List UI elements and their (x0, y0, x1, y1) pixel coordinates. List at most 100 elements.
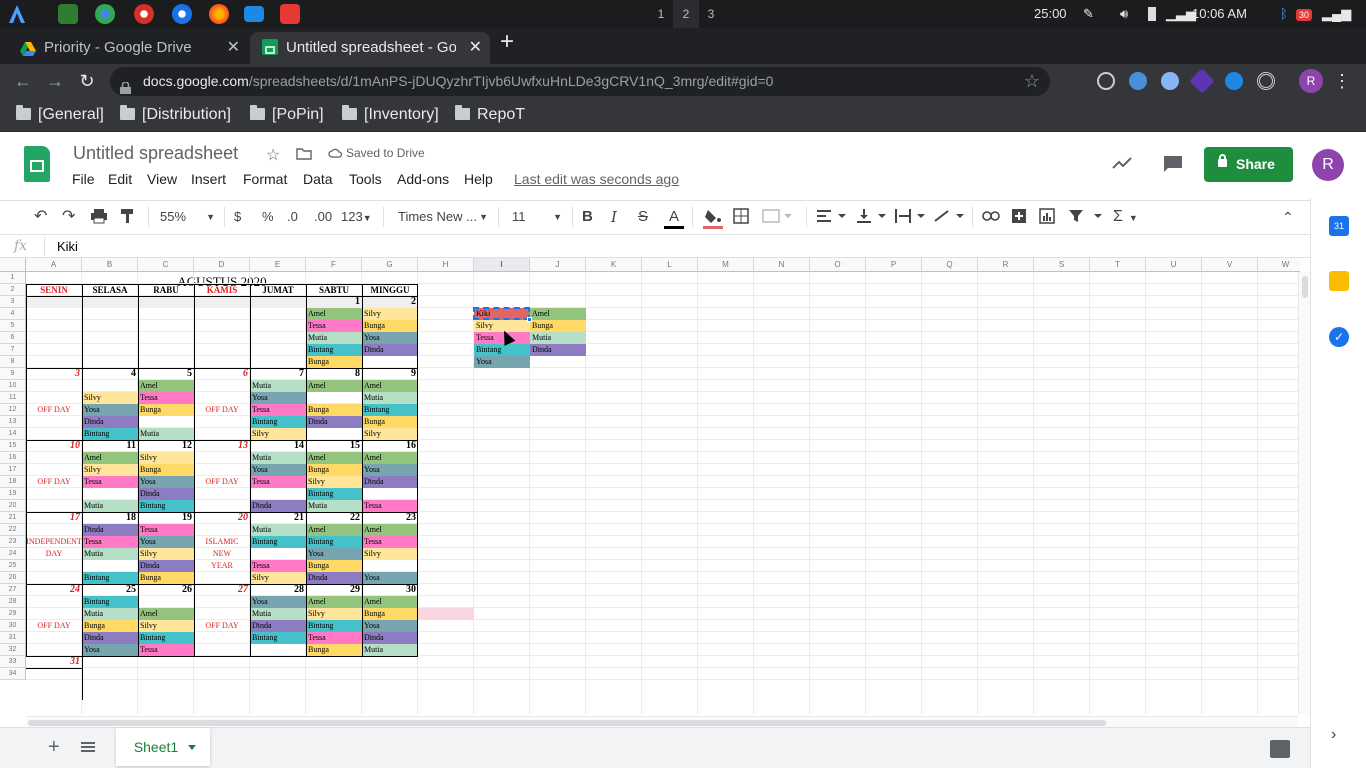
schedule-cell[interactable]: Bintang (138, 500, 194, 512)
row-header-9[interactable]: 9 (0, 368, 26, 380)
column-header-b[interactable]: B (82, 258, 138, 272)
scroll-thumb[interactable] (28, 720, 1106, 726)
schedule-cell[interactable]: Silvy (250, 572, 306, 584)
network-icon[interactable]: ▂▄▆ (1322, 0, 1351, 28)
row-header-13[interactable]: 13 (0, 416, 26, 428)
column-header-r[interactable]: R (978, 258, 1034, 272)
menu-addons[interactable]: Add-ons (397, 171, 449, 187)
bookmark-repot[interactable]: RepoT (455, 104, 525, 126)
schedule-cell[interactable]: Dinda (362, 344, 418, 356)
browser-menu-icon[interactable]: ⋮ (1330, 69, 1354, 93)
extension-globe-icon[interactable] (1129, 72, 1147, 90)
bookmark-inventory[interactable]: [Inventory] (342, 104, 439, 126)
move-folder-icon[interactable] (296, 147, 312, 165)
schedule-cell[interactable]: Amel (138, 608, 194, 620)
schedule-cell[interactable]: Bunga (306, 404, 362, 416)
column-header-s[interactable]: S (1034, 258, 1090, 272)
close-icon[interactable]: ✕ (469, 34, 482, 62)
schedule-cell[interactable]: Dinda (250, 500, 306, 512)
activity-trend-icon[interactable] (1112, 156, 1132, 175)
schedule-cell[interactable]: Tessa (138, 392, 194, 404)
workspace-2[interactable]: 2 (673, 0, 699, 28)
column-header-u[interactable]: U (1146, 258, 1202, 272)
extension-target-icon[interactable] (1257, 72, 1275, 90)
schedule-cell[interactable]: Bunga (362, 320, 418, 332)
column-header-i[interactable]: I (474, 258, 530, 272)
schedule-cell[interactable]: Bunga (362, 608, 418, 620)
schedule-cell[interactable]: Bintang (306, 536, 362, 548)
expand-panel-icon[interactable]: › (1331, 726, 1336, 744)
schedule-cell[interactable]: Silvy (82, 464, 138, 476)
save-status[interactable]: Saved to Drive (328, 146, 425, 160)
print-icon[interactable] (90, 207, 108, 227)
schedule-cell[interactable]: Mutia (250, 608, 306, 620)
schedule-cell[interactable]: Dinda (306, 416, 362, 428)
column-header-m[interactable]: M (698, 258, 754, 272)
schedule-cell[interactable]: Mutia (362, 392, 418, 404)
italic-button[interactable]: I (611, 207, 617, 227)
row-header-16[interactable]: 16 (0, 452, 26, 464)
row-header-7[interactable]: 7 (0, 344, 26, 356)
column-header-c[interactable]: C (138, 258, 194, 272)
row-header-19[interactable]: 19 (0, 488, 26, 500)
column-header-h[interactable]: H (418, 258, 474, 272)
schedule-cell[interactable]: Amel (306, 596, 362, 608)
formula-input[interactable]: Kiki (57, 239, 78, 254)
row-header-5[interactable]: 5 (0, 320, 26, 332)
schedule-cell[interactable]: Mutia (82, 608, 138, 620)
notification-badge[interactable]: 30 (1296, 0, 1313, 28)
extension-icon[interactable] (1097, 72, 1115, 90)
column-header-d[interactable]: D (194, 258, 250, 272)
share-button[interactable]: Share (1204, 147, 1293, 182)
column-header-p[interactable]: P (866, 258, 922, 272)
schedule-cell[interactable]: Mutia (250, 524, 306, 536)
column-header-a[interactable]: A (26, 258, 82, 272)
files-app-icon[interactable] (244, 6, 264, 22)
schedule-cell[interactable]: Silvy (362, 548, 418, 560)
keep-icon[interactable] (1329, 271, 1349, 291)
row-header-29[interactable]: 29 (0, 608, 26, 620)
chrome-red-app-icon[interactable] (134, 4, 154, 24)
cell-selection[interactable] (473, 307, 530, 320)
format-currency-button[interactable]: $ (234, 207, 241, 227)
bookmark-star-icon[interactable]: ☆ (1024, 67, 1040, 96)
schedule-cell[interactable]: Bintang (82, 428, 138, 440)
strikethrough-button[interactable]: S (638, 207, 648, 227)
vertical-scrollbar[interactable] (1298, 272, 1310, 714)
battery-icon[interactable] (1148, 0, 1158, 28)
schedule-cell[interactable]: Bunga (138, 404, 194, 416)
schedule-cell[interactable]: Silvy (138, 620, 194, 632)
schedule-cell[interactable]: Tessa (250, 404, 306, 416)
bold-button[interactable]: B (582, 207, 593, 227)
terminal-app-icon[interactable] (58, 4, 78, 24)
close-icon[interactable]: ✕ (227, 34, 240, 62)
schedule-cell[interactable]: Yosa (82, 644, 138, 656)
schedule-cell[interactable]: Dinda (138, 488, 194, 500)
row-header-26[interactable]: 26 (0, 572, 26, 584)
schedule-cell[interactable]: Bintang (138, 632, 194, 644)
schedule-cell[interactable]: Dinda (530, 344, 586, 356)
schedule-cell[interactable]: Bunga (306, 464, 362, 476)
user-avatar[interactable]: R (1312, 149, 1344, 181)
schedule-cell[interactable]: Dinda (250, 620, 306, 632)
address-bar[interactable]: docs.google.com/spreadsheets/d/1mAnPS-jD… (110, 67, 1050, 96)
pen-icon[interactable]: ✎ (1083, 0, 1094, 28)
menu-view[interactable]: View (147, 171, 177, 187)
schedule-cell[interactable]: Mutia (306, 332, 362, 344)
selection-handle[interactable] (527, 317, 532, 322)
comments-icon[interactable] (1163, 155, 1183, 178)
row-header-11[interactable]: 11 (0, 392, 26, 404)
text-wrap-icon[interactable] (895, 207, 925, 227)
schedule-cell[interactable]: Yosa (362, 464, 418, 476)
menu-tools[interactable]: Tools (349, 171, 382, 187)
horizontal-scrollbar[interactable] (26, 716, 1298, 727)
schedule-cell[interactable]: Tessa (362, 536, 418, 548)
last-edit-link[interactable]: Last edit was seconds ago (514, 171, 679, 187)
bookmark-general[interactable]: [General] (16, 104, 104, 126)
schedule-cell[interactable]: Dinda (82, 416, 138, 428)
schedule-cell[interactable]: Bunga (82, 620, 138, 632)
row-header-25[interactable]: 25 (0, 560, 26, 572)
schedule-cell[interactable]: Bunga (306, 644, 362, 656)
schedule-cell[interactable]: Silvy (306, 476, 362, 488)
schedule-cell[interactable]: Yosa (362, 620, 418, 632)
